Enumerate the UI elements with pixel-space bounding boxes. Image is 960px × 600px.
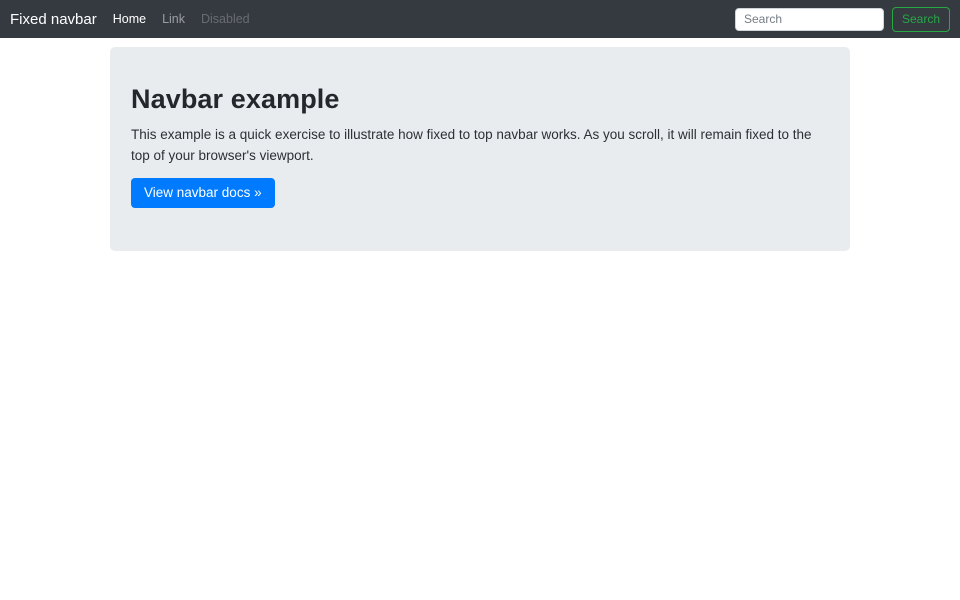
navbar-links: Home Link Disabled xyxy=(105,12,258,26)
top-navbar: Fixed navbar Home Link Disabled Search xyxy=(0,0,960,38)
nav-item-disabled: Disabled xyxy=(193,12,258,26)
page-title: Navbar example xyxy=(131,84,829,115)
nav-item-link[interactable]: Link xyxy=(154,12,193,26)
jumbotron: Navbar example This example is a quick e… xyxy=(110,47,850,251)
search-button[interactable]: Search xyxy=(892,7,950,32)
search-input[interactable] xyxy=(735,8,884,31)
page-description: This example is a quick exercise to illu… xyxy=(131,125,829,167)
view-navbar-docs-button[interactable]: View navbar docs » xyxy=(131,178,275,208)
nav-item-home[interactable]: Home xyxy=(105,12,154,26)
search-form: Search xyxy=(735,7,950,32)
navbar-brand[interactable]: Fixed navbar xyxy=(10,11,97,28)
